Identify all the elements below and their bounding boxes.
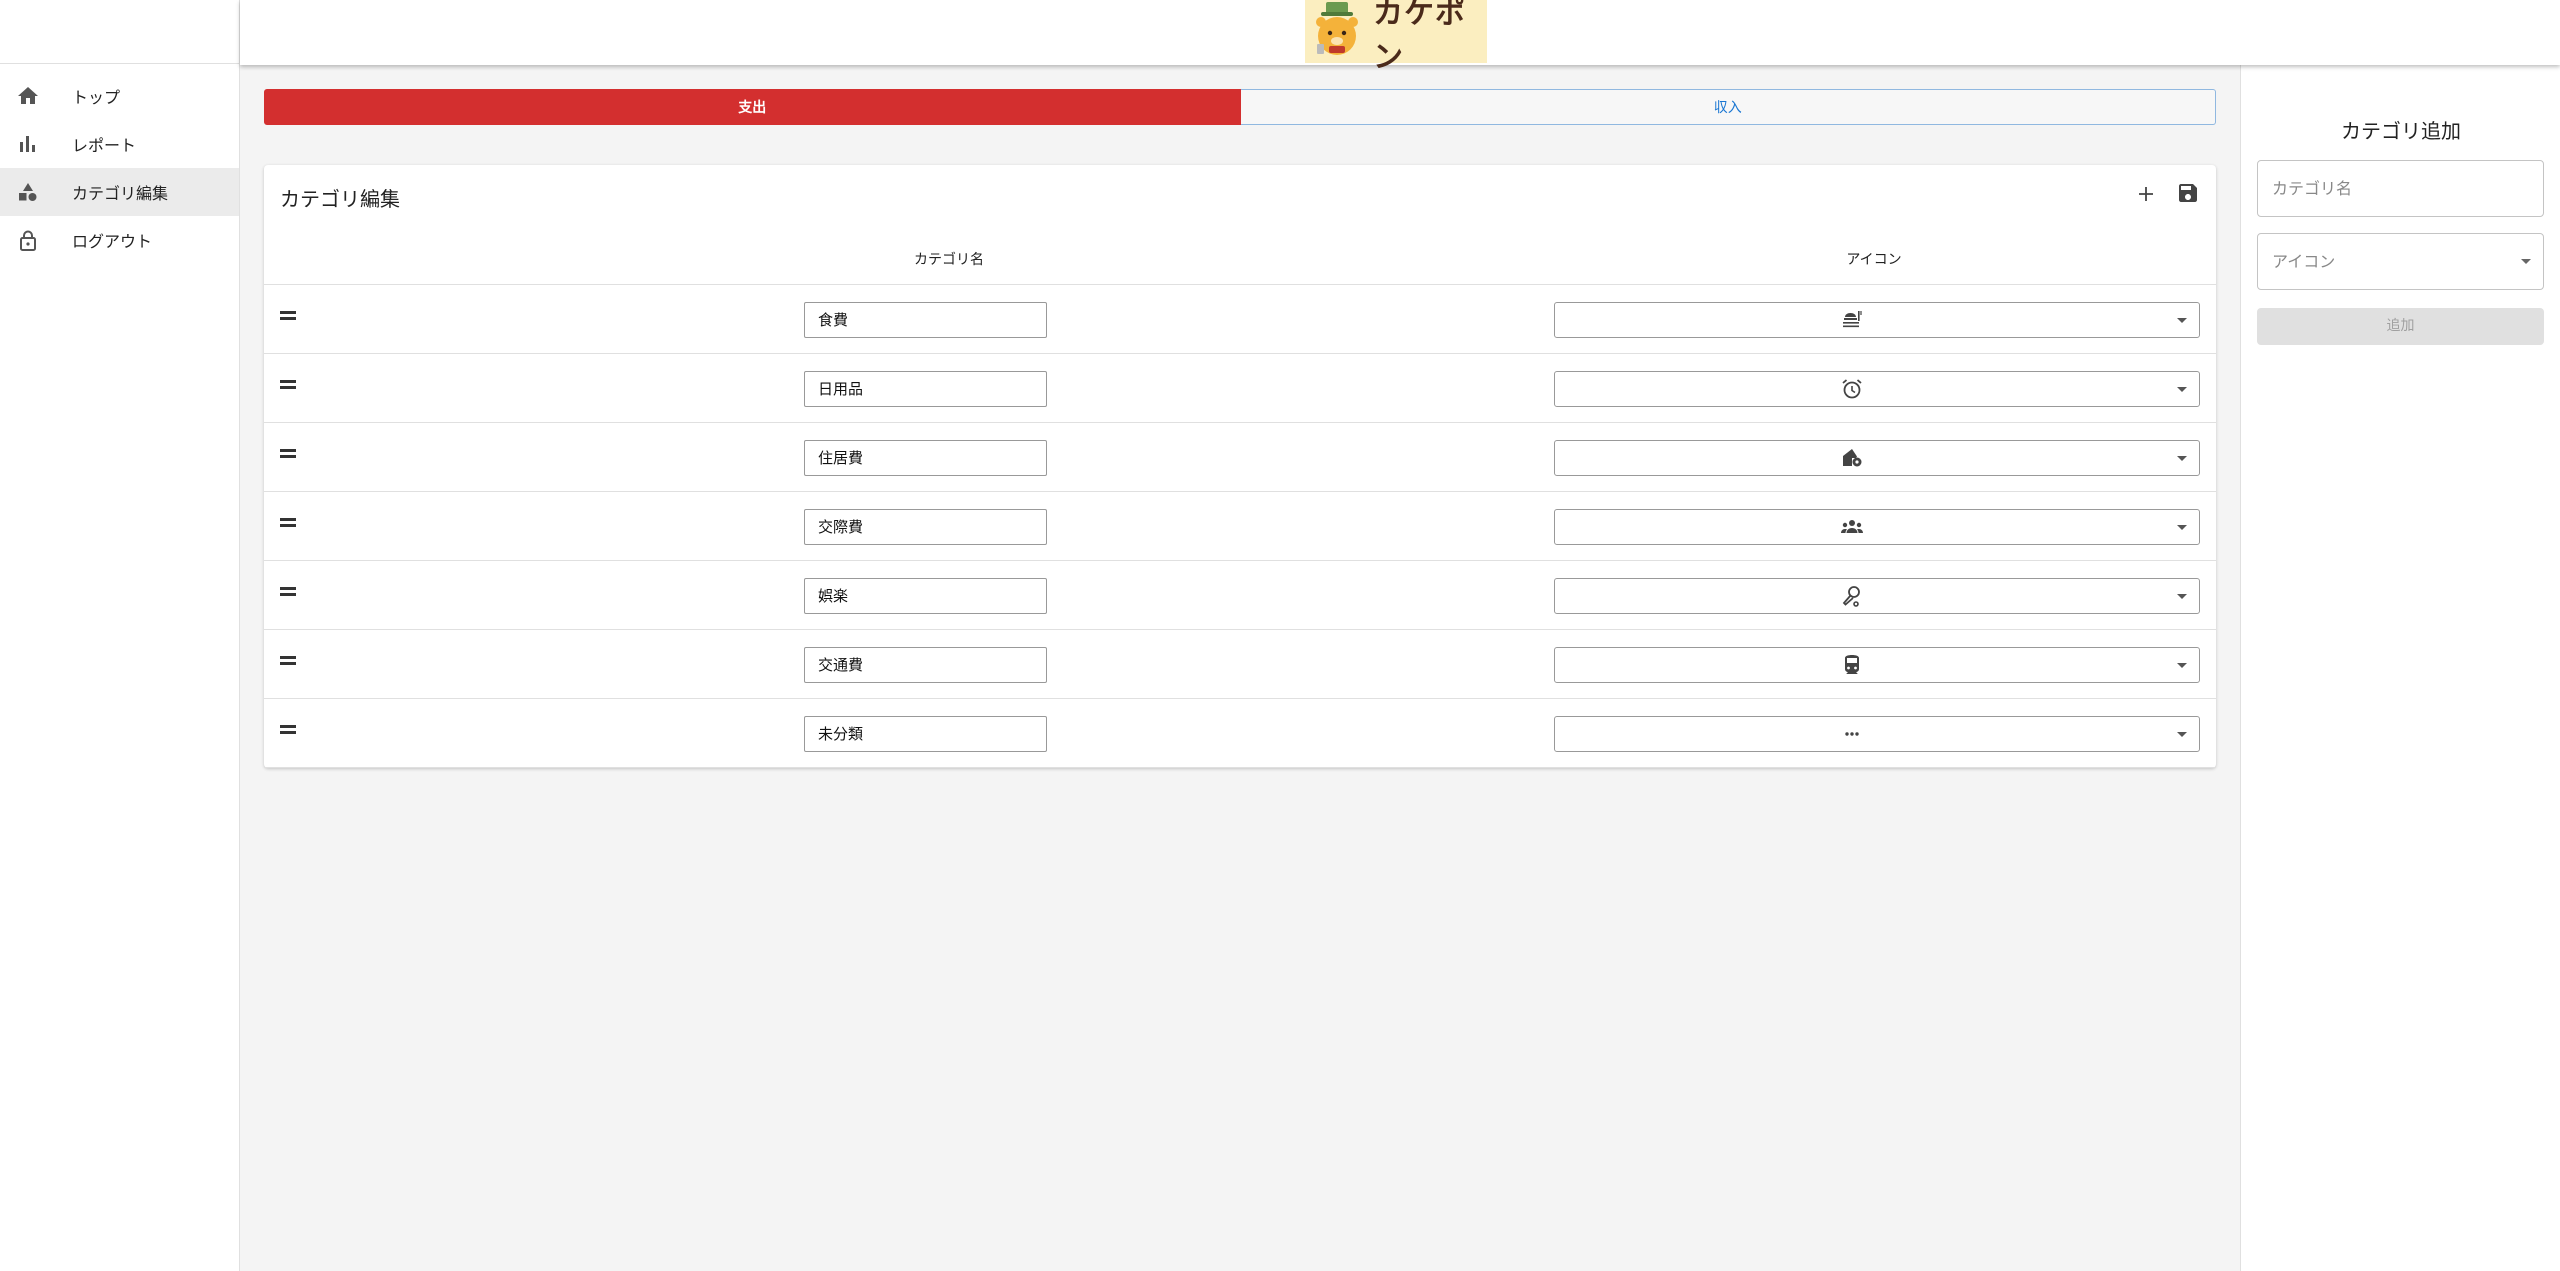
chevron-down-icon (2177, 732, 2187, 737)
panel-title: カテゴリ追加 (2341, 119, 2461, 143)
icon-select[interactable] (1554, 509, 2200, 545)
table-row: 食費 (264, 285, 2216, 354)
category-name-input[interactable]: 住居費 (804, 440, 1047, 476)
category-name-input[interactable]: 交通費 (804, 647, 1047, 683)
chevron-down-icon (2177, 387, 2187, 392)
groups-icon (1840, 515, 1864, 539)
drag-handle-icon[interactable] (280, 518, 296, 528)
add-button[interactable]: 追加 (2257, 308, 2544, 345)
chevron-down-icon (2177, 318, 2187, 323)
table-row: 未分類 (264, 699, 2216, 768)
train-icon (1840, 653, 1864, 677)
table-row: 日用品 (264, 354, 2216, 423)
icon-select-placeholder: アイコン (2272, 252, 2336, 271)
icon-select[interactable] (1554, 578, 2200, 614)
category-name-input[interactable]: 未分類 (804, 716, 1047, 752)
lock-icon (16, 228, 40, 252)
alarm-clock-icon (1840, 377, 1864, 401)
icon-select[interactable] (1554, 440, 2200, 476)
sidebar-item-top[interactable]: トップ (0, 72, 239, 120)
dining-icon (1840, 308, 1864, 332)
table-row: 住居費 (264, 423, 2216, 492)
category-name-input[interactable]: 交際費 (804, 509, 1047, 545)
drag-handle-icon[interactable] (280, 449, 296, 459)
save-icon (2179, 184, 2197, 206)
sidebar-item-label: トップ (72, 88, 121, 107)
bar-chart-icon (16, 132, 40, 156)
sidebar-item-logout[interactable]: ログアウト (0, 216, 239, 264)
sidebar-item-label: ログアウト (72, 232, 153, 251)
sidebar-item-label: カテゴリ編集 (72, 184, 169, 203)
chevron-down-icon (2177, 663, 2187, 668)
sidebar-item-category-edit[interactable]: カテゴリ編集 (0, 168, 239, 216)
page-title: カテゴリ編集 (280, 187, 400, 211)
chevron-down-icon (2177, 456, 2187, 461)
table-row: 娯楽 (264, 561, 2216, 630)
home-icon (16, 84, 40, 108)
drag-handle-icon[interactable] (280, 380, 296, 390)
sidebar-header (0, 0, 239, 64)
mascot-icon (1309, 0, 1367, 64)
category-name-input[interactable]: 日用品 (804, 371, 1047, 407)
category-editor-card: カテゴリ編集 カテゴリ名 アイコン 食費 日用品 住居費 交際費 娯楽 交通費 … (264, 165, 2216, 768)
sidebar: トップ レポート カテゴリ編集 ログアウト (0, 0, 240, 1271)
chevron-down-icon (2177, 525, 2187, 530)
app-logo[interactable]: カケポン (1305, 0, 1487, 75)
table-header: カテゴリ名 アイコン (264, 235, 2216, 285)
category-name-field[interactable]: カテゴリ名 (2257, 160, 2544, 217)
table-row: 交際費 (264, 492, 2216, 561)
type-tabs: 支出 収入 (264, 89, 2216, 125)
add-category-panel: カテゴリ追加 カテゴリ名 アイコン 追加 (2240, 65, 2560, 1271)
drag-handle-icon[interactable] (280, 311, 296, 321)
tab-income[interactable]: 収入 (1240, 89, 2216, 125)
microphone-icon (1840, 584, 1864, 608)
drag-handle-icon[interactable] (280, 587, 296, 597)
icon-select[interactable] (1554, 716, 2200, 752)
house-icon (1840, 446, 1864, 470)
category-name-input[interactable]: 娯楽 (804, 578, 1047, 614)
save-button[interactable] (2174, 181, 2202, 209)
tab-expense[interactable]: 支出 (264, 89, 1241, 125)
add-row-button[interactable] (2132, 181, 2160, 209)
icon-select[interactable] (1554, 371, 2200, 407)
card-actions (2132, 181, 2202, 209)
column-header-icon: アイコン (1846, 252, 1902, 268)
chevron-down-icon (2521, 259, 2531, 264)
table-row: 交通費 (264, 630, 2216, 699)
chevron-down-icon (2177, 594, 2187, 599)
icon-select-field[interactable]: アイコン (2257, 233, 2544, 290)
icon-select[interactable] (1554, 302, 2200, 338)
sidebar-item-report[interactable]: レポート (0, 120, 239, 168)
category-name-input[interactable]: 食費 (804, 302, 1047, 338)
drag-handle-icon[interactable] (280, 656, 296, 666)
logo-text: カケポン (1373, 0, 1466, 75)
sidebar-item-label: レポート (72, 136, 137, 155)
nav-list: トップ レポート カテゴリ編集 ログアウト (0, 64, 239, 264)
more-horiz-icon (1840, 722, 1864, 746)
drag-handle-icon[interactable] (280, 725, 296, 735)
column-header-name: カテゴリ名 (914, 252, 984, 268)
category-icon (16, 180, 40, 204)
plus-icon (2139, 186, 2153, 205)
icon-select[interactable] (1554, 647, 2200, 683)
